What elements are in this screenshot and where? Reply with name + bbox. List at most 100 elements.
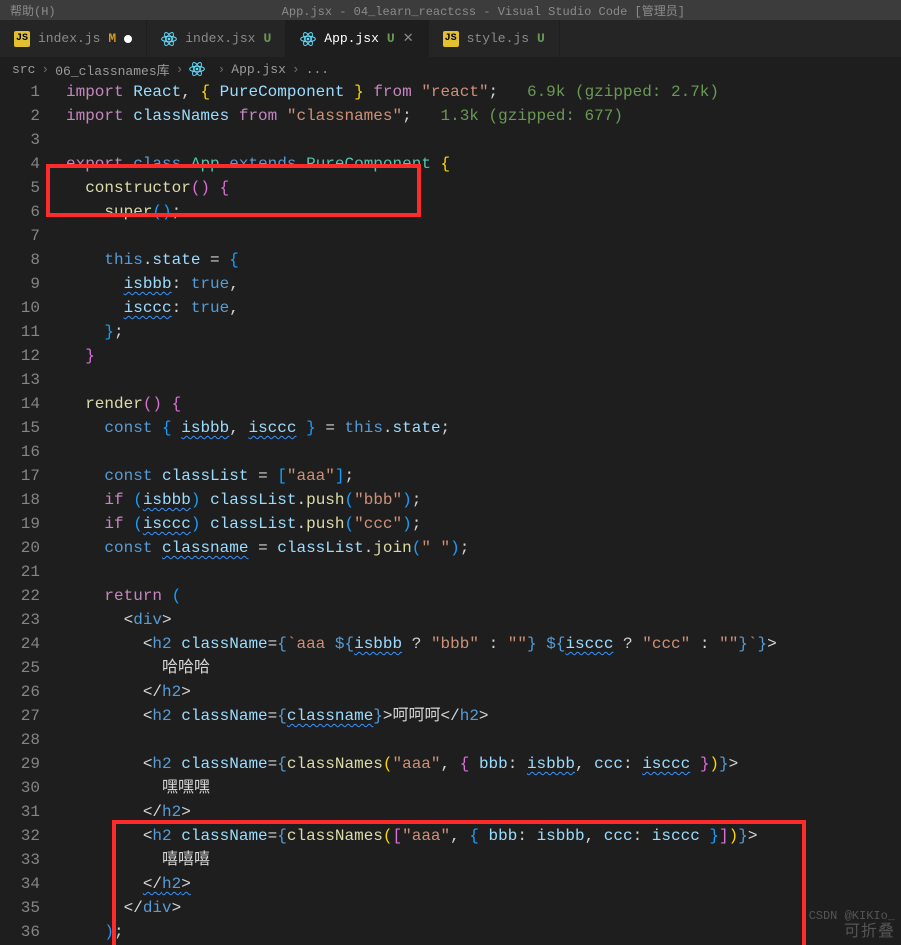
code-line[interactable]: if (isbbb) classList.push("bbb"); — [66, 488, 901, 512]
code-line[interactable] — [66, 728, 901, 752]
editor-tabs: JS index.js Mindex.jsx U App.jsx U ✕ JS style.js… — [0, 20, 901, 58]
line-number: 23 — [0, 608, 40, 632]
line-number: 34 — [0, 872, 40, 896]
code-line[interactable]: isbbb: true, — [66, 272, 901, 296]
code-line[interactable]: import React, { PureComponent } from "re… — [66, 80, 901, 104]
code-line[interactable]: 哈哈哈 — [66, 656, 901, 680]
line-number: 32 — [0, 824, 40, 848]
window-title: App.jsx - 04_learn_reactcss - Visual Stu… — [76, 2, 891, 19]
tab-label: index.jsx — [185, 31, 255, 46]
tab-index-jsx[interactable]: index.jsx U — [147, 20, 286, 57]
tab-status: U — [537, 31, 545, 46]
line-number: 28 — [0, 728, 40, 752]
react-icon — [300, 31, 316, 47]
code-line[interactable]: </h2> — [66, 872, 901, 896]
line-number: 20 — [0, 536, 40, 560]
line-number: 9 — [0, 272, 40, 296]
code-editor[interactable]: 1234567891011121314151617181920212223242… — [0, 80, 901, 945]
code-line[interactable]: <h2 className={classNames("aaa", { bbb: … — [66, 752, 901, 776]
code-line[interactable]: if (isccc) classList.push("ccc"); — [66, 512, 901, 536]
code-line[interactable]: } — [66, 344, 901, 368]
code-line[interactable]: constructor() { — [66, 176, 901, 200]
line-number: 35 — [0, 896, 40, 920]
close-icon[interactable]: ✕ — [403, 31, 414, 46]
line-number: 21 — [0, 560, 40, 584]
code-line[interactable]: <h2 className={`aaa ${isbbb ? "bbb" : ""… — [66, 632, 901, 656]
code-area[interactable]: import React, { PureComponent } from "re… — [66, 80, 901, 944]
line-number: 30 — [0, 776, 40, 800]
line-number: 12 — [0, 344, 40, 368]
code-line[interactable]: ); — [66, 920, 901, 944]
line-number: 16 — [0, 440, 40, 464]
line-number: 15 — [0, 416, 40, 440]
react-icon — [161, 31, 177, 47]
js-icon: JS — [443, 31, 459, 47]
line-number: 6 — [0, 200, 40, 224]
code-line[interactable]: </h2> — [66, 680, 901, 704]
code-line[interactable]: </div> — [66, 896, 901, 920]
tab-label: App.jsx — [324, 31, 379, 46]
tab-index-js[interactable]: JS index.js M — [0, 20, 147, 57]
line-number: 10 — [0, 296, 40, 320]
watermark-fold: 可折叠 — [844, 917, 895, 941]
chevron-right-icon: › — [217, 62, 225, 77]
react-icon — [189, 61, 205, 77]
code-line[interactable] — [66, 368, 901, 392]
line-gutter: 1234567891011121314151617181920212223242… — [0, 80, 50, 944]
chevron-right-icon: › — [292, 62, 300, 77]
breadcrumbs[interactable]: src›06_classnames库››App.jsx›... — [0, 58, 901, 80]
code-line[interactable]: 嘿嘿嘿 — [66, 776, 901, 800]
line-number: 29 — [0, 752, 40, 776]
tab-label: index.js — [38, 31, 100, 46]
line-number: 14 — [0, 392, 40, 416]
breadcrumb-part[interactable]: 06_classnames库 — [55, 60, 169, 79]
menu-help[interactable]: 帮助(H) — [10, 2, 56, 19]
code-line[interactable]: }; — [66, 320, 901, 344]
line-number: 24 — [0, 632, 40, 656]
code-line[interactable]: </h2> — [66, 800, 901, 824]
code-line[interactable]: <div> — [66, 608, 901, 632]
line-number: 2 — [0, 104, 40, 128]
code-line[interactable]: import classNames from "classnames"; 1.3… — [66, 104, 901, 128]
breadcrumb-part[interactable]: src — [12, 62, 35, 77]
tab-label: style.js — [467, 31, 529, 46]
js-icon: JS — [14, 31, 30, 47]
code-line[interactable]: <h2 className={classNames(["aaa", { bbb:… — [66, 824, 901, 848]
tab-App-jsx[interactable]: App.jsx U ✕ — [286, 20, 428, 57]
line-number: 5 — [0, 176, 40, 200]
line-number: 36 — [0, 920, 40, 944]
line-number: 17 — [0, 464, 40, 488]
code-line[interactable]: export class App extends PureComponent { — [66, 152, 901, 176]
line-number: 1 — [0, 80, 40, 104]
tab-style-js[interactable]: JS style.js U — [429, 20, 560, 57]
code-line[interactable]: const { isbbb, isccc } = this.state; — [66, 416, 901, 440]
line-number: 3 — [0, 128, 40, 152]
line-number: 8 — [0, 248, 40, 272]
code-line[interactable]: 嘻嘻嘻 — [66, 848, 901, 872]
code-line[interactable] — [66, 560, 901, 584]
code-line[interactable] — [66, 224, 901, 248]
code-line[interactable]: super(); — [66, 200, 901, 224]
line-number: 4 — [0, 152, 40, 176]
code-line[interactable]: render() { — [66, 392, 901, 416]
breadcrumb-part[interactable]: App.jsx — [231, 62, 286, 77]
code-line[interactable]: <h2 className={classname}>呵呵呵</h2> — [66, 704, 901, 728]
tab-status: U — [387, 31, 395, 46]
line-number: 18 — [0, 488, 40, 512]
code-line[interactable]: const classList = ["aaa"]; — [66, 464, 901, 488]
code-line[interactable]: this.state = { — [66, 248, 901, 272]
tab-status: U — [263, 31, 271, 46]
breadcrumb-part[interactable]: ... — [306, 62, 329, 77]
line-number: 11 — [0, 320, 40, 344]
code-line[interactable] — [66, 128, 901, 152]
titlebar: 帮助(H) App.jsx - 04_learn_reactcss - Visu… — [0, 0, 901, 20]
line-number: 27 — [0, 704, 40, 728]
line-number: 31 — [0, 800, 40, 824]
tab-status: M — [108, 31, 116, 46]
code-line[interactable]: const classname = classList.join(" "); — [66, 536, 901, 560]
line-number: 13 — [0, 368, 40, 392]
chevron-right-icon: › — [41, 62, 49, 77]
code-line[interactable] — [66, 440, 901, 464]
code-line[interactable]: return ( — [66, 584, 901, 608]
code-line[interactable]: isccc: true, — [66, 296, 901, 320]
